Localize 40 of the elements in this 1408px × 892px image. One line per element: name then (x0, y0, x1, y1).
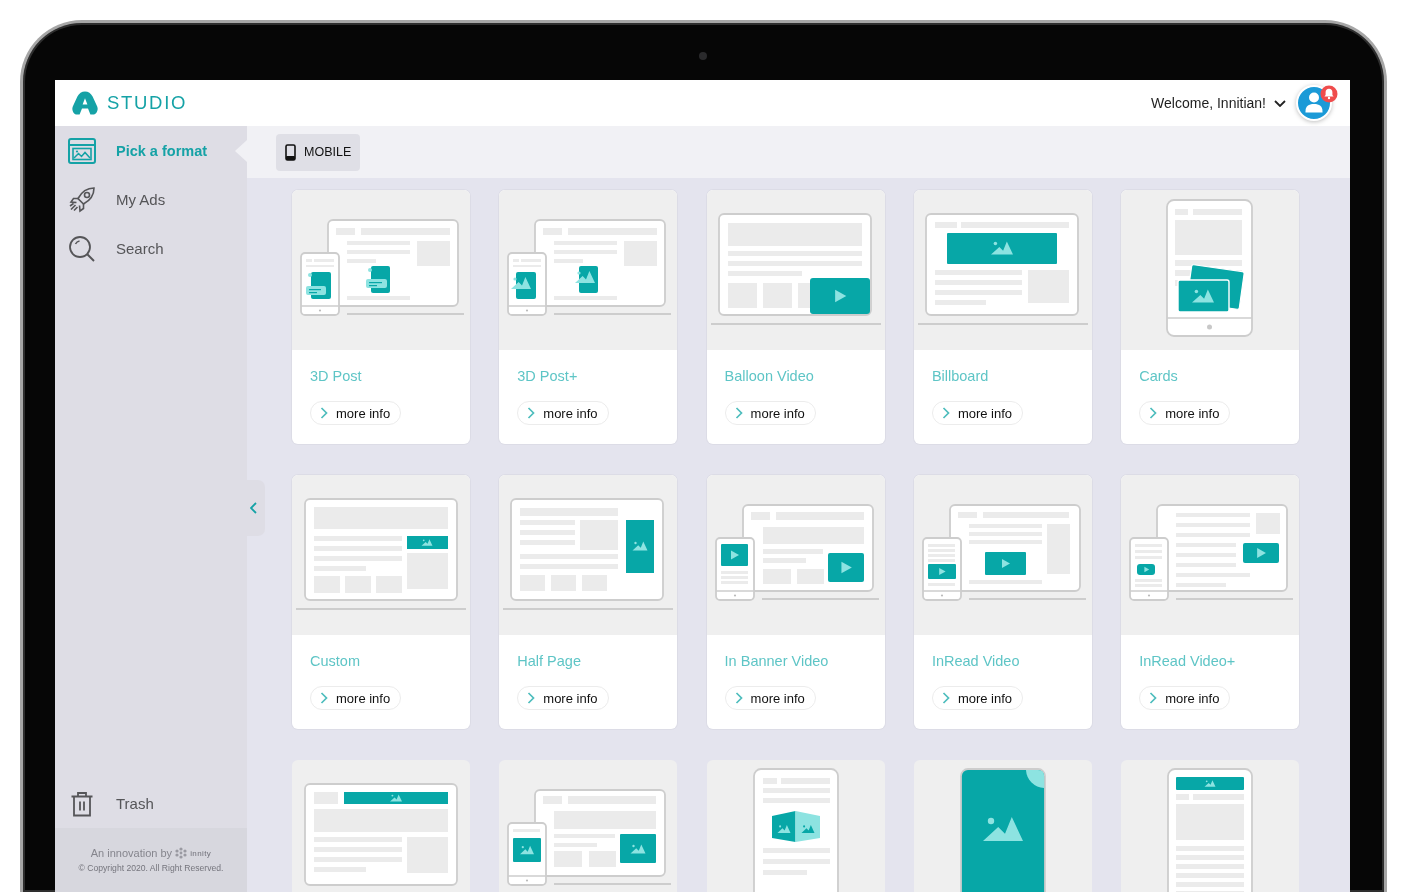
credit-text: An innovation by (90, 847, 173, 859)
format-title: Cards (1139, 367, 1179, 385)
chevron-right-icon (527, 407, 536, 419)
mobile-filter-button[interactable]: MOBILE (276, 133, 361, 171)
format-title: In Banner Video (724, 652, 830, 670)
collapse-sidebar-button[interactable] (247, 480, 265, 536)
user-menu-button[interactable]: Welcome, Innitian! (1151, 91, 1286, 115)
dots-logo-icon (175, 847, 188, 859)
copyright-text: © Copyright 2020. All Right Reserved. (78, 863, 224, 873)
browser-image-icon (68, 137, 96, 164)
chevron-right-icon (734, 407, 743, 419)
chevron-right-icon (1149, 692, 1158, 704)
chevron-right-icon (320, 407, 328, 419)
chevron-right-icon (1149, 407, 1158, 419)
format-title: Balloon Video (724, 367, 815, 385)
logo-icon (72, 91, 98, 115)
nav-item[interactable]: My Ads (55, 175, 247, 224)
format-title: 3D Post (310, 367, 363, 385)
format-title: Custom (310, 652, 361, 670)
chevron-right-icon (941, 692, 950, 704)
credit-brand-name: innity (190, 848, 212, 858)
chevron-right-icon (527, 692, 536, 704)
format-title: 3D Post+ (517, 367, 579, 385)
chevron-right-icon (941, 407, 950, 419)
camera-dot-icon (699, 52, 707, 60)
search-icon (68, 234, 96, 263)
nav-item[interactable]: Search (55, 224, 247, 273)
logo-wordmark: STUDIO (107, 92, 188, 114)
chevron-right-icon (734, 692, 743, 704)
trash-icon (70, 790, 94, 817)
format-title: InRead Video (931, 652, 1021, 670)
format-title: Billboard (931, 367, 990, 385)
chevron-down-icon (1274, 99, 1286, 107)
chevron-right-icon (320, 692, 328, 704)
phone-icon (285, 143, 296, 161)
format-title: Half Page (517, 652, 582, 670)
format-title: InRead Video+ (1139, 652, 1237, 670)
rocket-icon (68, 185, 96, 214)
chevron-left-icon (250, 502, 258, 514)
nav-item[interactable]: Trash (55, 779, 247, 828)
